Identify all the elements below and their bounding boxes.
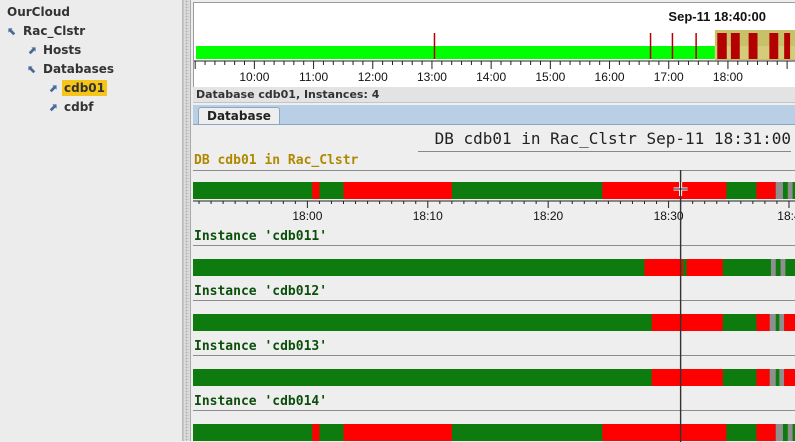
row-status-segment	[343, 424, 452, 441]
overview-tick-label: 17:00	[654, 70, 684, 84]
overview-event-mark	[695, 33, 697, 59]
tree-node-db-cdb01-label: cdb01	[62, 80, 107, 96]
tab-bar: Database	[193, 105, 795, 125]
row-status-segment	[779, 369, 785, 386]
row-status-segment	[756, 182, 776, 199]
row-status-segment	[312, 424, 320, 441]
database-detail-panel: DB cdb01 in Rac_Clstr Sep-11 18:31:00 18…	[193, 124, 795, 442]
instance-row-label: Instance 'cdb011'	[194, 229, 328, 244]
row-status-segment	[787, 424, 793, 441]
row-status-segment	[756, 424, 776, 441]
db-row-label: DB cdb01 in Rac_Clstr	[194, 153, 359, 168]
detail-tick-label: 18:30	[654, 209, 684, 223]
overview-event-mark	[671, 33, 674, 59]
row-status-segment	[756, 369, 770, 386]
main-panel: 10:00 11:00 12:00 13:00 14:00 15:00 16:00 17:00…	[191, 0, 795, 442]
overview-tick-label: 12:00	[358, 70, 388, 84]
overview-tick-label: 18:00	[713, 70, 743, 84]
row-status-segment	[644, 259, 684, 276]
tab-database[interactable]: Database	[198, 107, 280, 125]
row-status-segment	[770, 259, 776, 276]
row-status-segment	[775, 424, 783, 441]
row-status-segment	[769, 369, 776, 386]
tree-node-cluster-label: Rac_Clstr	[23, 24, 86, 38]
row-status-segment	[312, 182, 320, 199]
leaf-handle-icon: ⬈	[48, 101, 58, 114]
overview-timeline[interactable]: 10:00 11:00 12:00 13:00 14:00 15:00 16:00 17:00…	[193, 2, 795, 88]
row-status-segment	[787, 182, 793, 199]
overview-alert-mark	[784, 33, 791, 59]
tree-node-root-label: OurCloud	[7, 5, 70, 19]
tree-node-db-cdbf-label: cdbf	[64, 100, 94, 114]
row-status-segment	[343, 182, 452, 199]
overview-event-mark	[649, 33, 652, 59]
tree-node-cluster[interactable]: ⬉ Rac_Clstr	[6, 24, 87, 38]
overview-clock: Sep-11 18:40:00	[668, 9, 766, 24]
row-separator	[193, 355, 795, 356]
row-separator	[193, 245, 795, 246]
instance-row-label: Instance 'cdb014'	[194, 394, 328, 409]
overview-event-mark	[433, 33, 436, 59]
row-separator	[193, 170, 795, 171]
overview-tick-label: 14:00	[476, 70, 506, 84]
status-line: Database cdb01, Instances: 4	[193, 87, 795, 103]
split-pane-divider[interactable]	[183, 0, 191, 441]
detail-tick-label: 18:20	[533, 209, 563, 223]
tree-node-hosts-label: Hosts	[43, 43, 82, 57]
row-status-segment	[651, 314, 723, 331]
leaf-handle-icon: ⬈	[48, 82, 58, 95]
overview-tick-label: 16:00	[595, 70, 625, 84]
detail-tick-label: 18:4	[777, 209, 795, 223]
expand-handle-icon[interactable]: ⬉	[6, 25, 18, 38]
row-status-segment	[756, 314, 770, 331]
overview-tick-label: 11:00	[299, 70, 328, 84]
row-status-segment	[769, 314, 776, 331]
overview-tick-label: 10:00	[239, 70, 269, 84]
tree-node-databases[interactable]: ⬉ Databases	[26, 62, 116, 76]
row-status-segment	[779, 314, 785, 331]
row-separator	[193, 410, 795, 411]
row-status-segment	[602, 182, 727, 199]
expand-handle-icon[interactable]: ⬉	[26, 63, 38, 76]
overview-alert-mark	[748, 33, 758, 59]
instance-row-label: Instance 'cdb013'	[194, 339, 328, 354]
tree-node-databases-label: Databases	[43, 62, 115, 76]
row-status-segment	[651, 369, 723, 386]
tree-node-db-cdbf[interactable]: ⬈ cdbf	[47, 100, 96, 114]
overview-status-bar	[196, 46, 715, 59]
collapsed-handle-icon[interactable]: ⬈	[26, 44, 38, 57]
overview-alert-mark	[717, 33, 727, 59]
overview-tick-label: 13:00	[417, 70, 447, 84]
row-status-segment	[602, 424, 727, 441]
tree-node-root[interactable]: OurCloud	[5, 5, 72, 19]
detail-tick-label: 18:00	[292, 209, 322, 223]
instance-row-label: Instance 'cdb012'	[194, 284, 328, 299]
row-separator	[193, 300, 795, 301]
row-status-segment	[784, 314, 795, 331]
navigation-tree: OurCloud ⬉ Rac_Clstr ⬈ Hosts ⬉ Databases ⬈ c…	[0, 0, 183, 441]
row-status-segment	[775, 182, 783, 199]
tree-node-hosts[interactable]: ⬈ Hosts	[26, 43, 83, 57]
row-status-segment	[780, 259, 786, 276]
overview-tick-label: 15:00	[535, 70, 565, 84]
row-status-segment	[784, 369, 795, 386]
overview-alert-mark	[769, 33, 779, 59]
detail-tick-label: 18:10	[413, 209, 443, 223]
row-status-segment	[686, 259, 723, 276]
tree-node-db-cdb01[interactable]: ⬈ cdb01	[47, 80, 107, 96]
overview-alert-mark	[730, 33, 740, 59]
